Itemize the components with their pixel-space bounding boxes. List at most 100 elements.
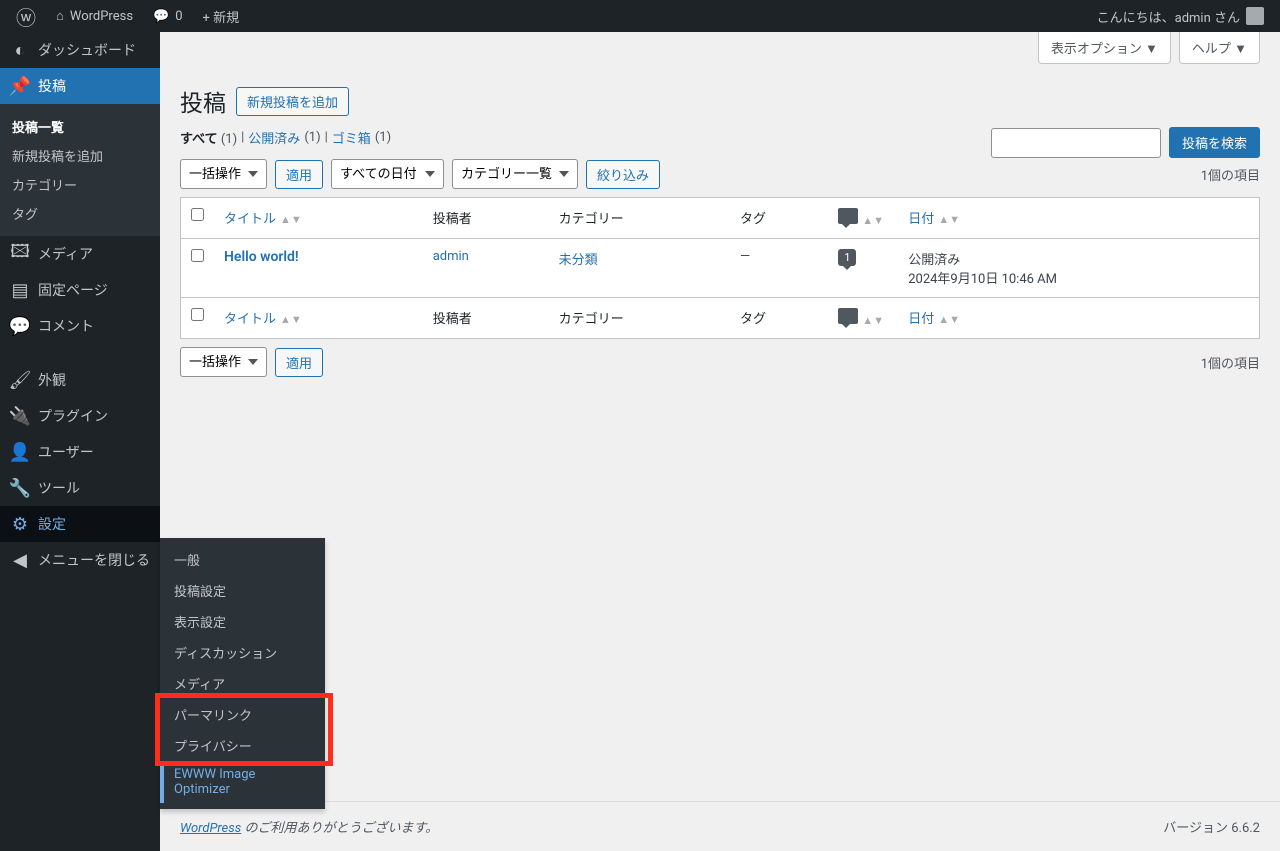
col-date[interactable]: 日付▲▼: [898, 198, 1259, 239]
menu-label: プラグイン: [38, 406, 108, 426]
post-tags: —: [730, 239, 828, 298]
wordpress-link[interactable]: WordPress: [180, 821, 241, 836]
collapse-icon: ◀: [10, 550, 30, 570]
date-filter-select[interactable]: すべての日付: [331, 159, 444, 189]
comments-link[interactable]: 💬0: [145, 0, 191, 32]
menu-users[interactable]: 👤 ユーザー: [0, 434, 160, 470]
col-comments[interactable]: ▲▼: [828, 298, 898, 339]
greeting-text: こんにちは、admin さん: [1097, 7, 1240, 26]
col-title[interactable]: タイトル▲▼: [214, 298, 423, 339]
bulk-action-select-bottom[interactable]: 一括操作: [180, 347, 267, 377]
menu-label: ツール: [38, 478, 80, 498]
search-button[interactable]: 投稿を検索: [1169, 127, 1260, 158]
col-tags: タグ: [730, 298, 828, 339]
admin-sidebar: ◐ダッシュボード 📌投稿 投稿一覧 新規投稿を追加 カテゴリー タグ 🖾 メディア…: [0, 32, 160, 851]
table-row: Hello world! admin 未分類 — 1 公開済み2024年9月10…: [181, 239, 1260, 298]
media-icon: 🖾: [10, 244, 30, 264]
bulk-action-select[interactable]: 一括操作: [180, 159, 267, 189]
new-content[interactable]: + 新規: [195, 0, 248, 32]
settings-flyout: 一般 投稿設定 表示設定 ディスカッション メディア パーマリンク プライバシー…: [160, 538, 325, 809]
apply-button[interactable]: 適用: [275, 160, 323, 189]
add-new-button[interactable]: 新規投稿を追加: [236, 87, 349, 116]
page-title: 投稿: [180, 84, 226, 118]
flyout-general[interactable]: 一般: [160, 544, 325, 575]
sort-icon: ▲▼: [938, 313, 960, 326]
filter-button[interactable]: 絞り込み: [586, 160, 660, 189]
menu-pages[interactable]: ▤ 固定ページ: [0, 272, 160, 308]
flyout-media[interactable]: メディア: [160, 668, 325, 699]
comment-icon: 💬: [153, 9, 169, 24]
help-button[interactable]: ヘルプ ▼: [1179, 32, 1260, 64]
flyout-privacy[interactable]: プライバシー: [160, 730, 325, 761]
menu-posts[interactable]: 📌投稿: [0, 68, 160, 104]
apply-button-bottom[interactable]: 適用: [275, 348, 323, 377]
select-all-checkbox-bottom[interactable]: [191, 308, 204, 321]
comments-count: 0: [175, 9, 182, 24]
submenu-categories[interactable]: カテゴリー: [0, 170, 160, 199]
wordpress-icon: ⓦ: [16, 2, 36, 31]
col-date[interactable]: 日付▲▼: [898, 298, 1259, 339]
site-name-label: WordPress: [70, 9, 133, 24]
menu-label: メディア: [38, 244, 93, 264]
menu-label: メニューを閉じる: [38, 550, 150, 570]
comment-icon: [838, 308, 858, 324]
sort-icon: ▲▼: [862, 314, 884, 327]
my-account[interactable]: こんにちは、admin さん: [1089, 0, 1272, 32]
flyout-permalinks[interactable]: パーマリンク: [160, 699, 325, 730]
menu-label: 固定ページ: [38, 280, 108, 300]
post-category-link[interactable]: 未分類: [559, 253, 598, 268]
brush-icon: 🖌: [10, 370, 30, 390]
filter-all[interactable]: すべて (1): [180, 128, 237, 147]
item-count: 1個の項目: [1201, 165, 1260, 184]
flyout-reading[interactable]: 表示設定: [160, 606, 325, 637]
avatar-icon: [1246, 7, 1264, 25]
menu-tools[interactable]: 🔧ツール: [0, 470, 160, 506]
admin-toolbar: ⓦ ⌂WordPress 💬0 + 新規 こんにちは、admin さん: [0, 0, 1280, 32]
search-input[interactable]: [991, 128, 1161, 158]
col-author: 投稿者: [423, 198, 549, 239]
menu-label: コメント: [38, 316, 94, 336]
comment-count-badge[interactable]: 1: [838, 249, 856, 266]
post-author-link[interactable]: admin: [433, 249, 469, 264]
select-all-checkbox[interactable]: [191, 208, 204, 221]
home-icon: ⌂: [56, 8, 64, 24]
menu-plugins[interactable]: 🔌 プラグイン: [0, 398, 160, 434]
menu-comments[interactable]: 💬 コメント: [0, 308, 160, 344]
menu-media[interactable]: 🖾 メディア: [0, 236, 160, 272]
sort-icon: ▲▼: [938, 213, 960, 226]
flyout-writing[interactable]: 投稿設定: [160, 575, 325, 606]
menu-settings[interactable]: ⚙設定: [0, 506, 160, 542]
menu-appearance[interactable]: 🖌外観: [0, 362, 160, 398]
menu-collapse[interactable]: ◀ メニューを閉じる: [0, 542, 160, 578]
filter-trash[interactable]: ゴミ箱: [332, 128, 371, 147]
comment-icon: [838, 208, 858, 224]
row-checkbox[interactable]: [191, 249, 204, 262]
sliders-icon: ⚙: [10, 514, 30, 534]
wp-logo[interactable]: ⓦ: [8, 0, 44, 32]
flyout-ewww[interactable]: EWWW Image Optimizer: [160, 761, 325, 803]
submenu-all-posts[interactable]: 投稿一覧: [0, 112, 160, 141]
col-comments[interactable]: ▲▼: [828, 198, 898, 239]
plug-icon: 🔌: [10, 406, 30, 426]
col-tags: タグ: [730, 198, 828, 239]
menu-dashboard[interactable]: ◐ダッシュボード: [0, 32, 160, 68]
dashboard-icon: ◐: [10, 40, 30, 60]
site-name[interactable]: ⌂ WordPress: [48, 0, 141, 32]
admin-footer: WordPress のご利用ありがとうございます。 バージョン 6.6.2: [160, 801, 1280, 851]
flyout-discussion[interactable]: ディスカッション: [160, 637, 325, 668]
category-filter-select[interactable]: カテゴリー一覧: [452, 159, 578, 189]
posts-submenu: 投稿一覧 新規投稿を追加 カテゴリー タグ: [0, 104, 160, 236]
tablenav-bottom: 一括操作 適用 1個の項目: [180, 347, 1260, 377]
comments-icon: 💬: [10, 316, 30, 336]
menu-label: ユーザー: [38, 442, 94, 462]
post-title-link[interactable]: Hello world!: [224, 249, 299, 265]
sort-icon: ▲▼: [280, 313, 302, 326]
submenu-tags[interactable]: タグ: [0, 199, 160, 228]
pages-icon: ▤: [10, 280, 30, 300]
screen-options-button[interactable]: 表示オプション ▼: [1038, 32, 1171, 64]
submenu-new-post[interactable]: 新規投稿を追加: [0, 141, 160, 170]
col-title[interactable]: タイトル▲▼: [214, 198, 423, 239]
sort-icon: ▲▼: [280, 213, 302, 226]
user-icon: 👤: [10, 442, 30, 462]
filter-published[interactable]: 公開済み: [248, 128, 300, 147]
